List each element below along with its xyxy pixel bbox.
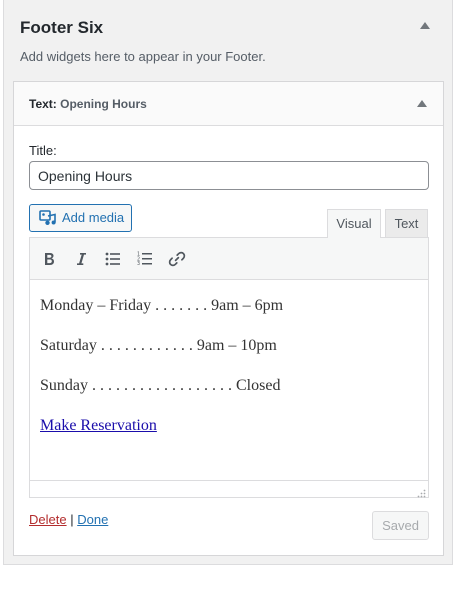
hours-line-saturday: Saturday . . . . . . . . . . . . 9am – 1… [40, 337, 277, 354]
delete-link[interactable]: Delete [29, 512, 67, 527]
widget-title-separator: : [52, 97, 57, 111]
rich-text-editor: 1 2 3 Monday – Friday . . . . . . . 9am … [29, 237, 429, 498]
widget-title: Text: Opening Hours [29, 96, 147, 112]
widget-header[interactable]: Text: Opening Hours [14, 82, 443, 126]
bullet-list-icon[interactable] [99, 245, 127, 273]
tab-visual[interactable]: Visual [327, 209, 381, 238]
widget-area-description: Add widgets here to appear in your Foote… [20, 49, 266, 64]
hours-line-weekdays: Monday – Friday . . . . . . . 9am – 6pm [40, 297, 284, 314]
saved-button: Saved [372, 511, 429, 540]
numbered-list-icon[interactable]: 1 2 3 [131, 245, 159, 273]
done-link[interactable]: Done [77, 512, 108, 527]
text-widget: Text: Opening Hours Title: Add media Vis… [13, 81, 444, 556]
bold-icon[interactable] [35, 245, 63, 273]
editor-toolbar: 1 2 3 [30, 238, 428, 280]
add-media-button[interactable]: Add media [29, 204, 132, 232]
resize-handle-icon[interactable] [416, 485, 426, 498]
tab-text[interactable]: Text [385, 209, 428, 238]
title-input[interactable] [29, 161, 429, 190]
link-icon[interactable] [163, 245, 191, 273]
make-reservation-link[interactable]: Make Reservation [40, 417, 157, 434]
add-media-label: Add media [62, 210, 125, 225]
widget-collapse-arrow-icon[interactable] [417, 100, 427, 107]
media-icon [39, 210, 57, 226]
widget-type-label: Text [29, 97, 53, 111]
widget-area-title: Footer Six [20, 18, 104, 37]
widget-control-actions: Delete | Done [29, 511, 108, 529]
svg-text:3: 3 [137, 261, 140, 266]
widget-instance-title: Opening Hours [60, 97, 147, 111]
italic-icon[interactable] [67, 245, 95, 273]
hours-line-sunday: Sunday . . . . . . . . . . . . . . . . .… [40, 377, 281, 394]
widget-area-panel: Footer Six Add widgets here to appear in… [3, 0, 453, 565]
collapse-arrow-icon[interactable] [420, 22, 430, 29]
title-field-label: Title: [29, 143, 57, 158]
editor-content-area[interactable]: Monday – Friday . . . . . . . 9am – 6pm … [30, 280, 428, 480]
action-divider: | [70, 512, 74, 527]
editor-statusbar [30, 480, 428, 498]
